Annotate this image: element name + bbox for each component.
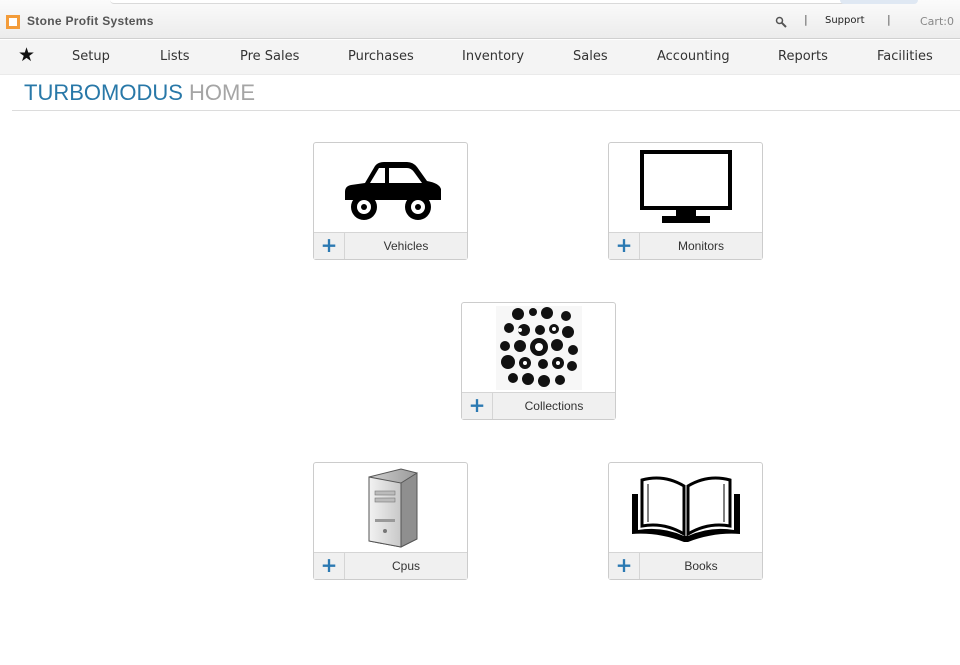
support-link[interactable]: Support [825, 15, 865, 26]
car-icon [344, 161, 441, 220]
brand-name[interactable]: Stone Profit Systems [27, 14, 154, 28]
browser-chrome-button [840, 0, 918, 4]
star-icon[interactable]: ★ [18, 46, 35, 65]
main-nav: ★ Setup Lists Pre Sales Purchases Invent… [0, 40, 960, 75]
add-vehicle-button[interactable]: + [314, 233, 345, 259]
tile-image[interactable] [314, 143, 467, 232]
nav-item-accounting[interactable]: Accounting [657, 49, 730, 64]
tile-monitors: + Monitors [608, 142, 763, 260]
tile-image[interactable] [609, 463, 762, 552]
page-title-primary: TURBOMODUS [24, 80, 183, 105]
tile-label-monitors[interactable]: Monitors [640, 233, 762, 259]
tile-books: + Books [608, 462, 763, 580]
tile-vehicles: + Vehicles [313, 142, 468, 260]
add-book-button[interactable]: + [609, 553, 640, 579]
nav-item-purchases[interactable]: Purchases [348, 49, 414, 64]
page-title: TURBOMODUS HOME [24, 80, 255, 106]
logo-icon[interactable] [6, 15, 20, 29]
nav-item-reports[interactable]: Reports [778, 49, 828, 64]
top-bar: Stone Profit Systems | Support | Cart:0 [0, 0, 960, 39]
nav-item-setup[interactable]: Setup [72, 49, 110, 64]
tile-label-cpus[interactable]: Cpus [345, 553, 467, 579]
tile-footer: + Cpus [314, 552, 467, 579]
add-cpu-button[interactable]: + [314, 553, 345, 579]
nav-item-pre-sales[interactable]: Pre Sales [240, 49, 299, 64]
tile-image[interactable] [314, 463, 467, 552]
tile-image[interactable] [609, 143, 762, 232]
tile-footer: + Books [609, 552, 762, 579]
page-title-secondary: HOME [189, 80, 256, 105]
cpu-tower-icon [368, 467, 417, 548]
tile-image[interactable] [462, 303, 615, 392]
add-collection-button[interactable]: + [462, 393, 493, 419]
tile-collections: + Collections [461, 302, 616, 420]
browser-chrome-edge [110, 0, 910, 4]
tile-label-vehicles[interactable]: Vehicles [345, 233, 467, 259]
cart-link[interactable]: Cart:0 [920, 15, 954, 28]
nav-item-facilities[interactable]: Facilities [877, 49, 933, 64]
tile-footer: + Vehicles [314, 232, 467, 259]
separator: | [804, 13, 808, 26]
tile-label-books[interactable]: Books [640, 553, 762, 579]
search-icon[interactable] [775, 16, 787, 28]
nav-item-sales[interactable]: Sales [573, 49, 608, 64]
nav-item-lists[interactable]: Lists [160, 49, 190, 64]
book-icon [631, 476, 740, 542]
title-divider [12, 110, 960, 111]
tile-footer: + Monitors [609, 232, 762, 259]
tile-footer: + Collections [462, 392, 615, 419]
add-monitor-button[interactable]: + [609, 233, 640, 259]
separator: | [887, 13, 891, 26]
tile-cpus: + Cpus [313, 462, 468, 580]
tile-label-collections[interactable]: Collections [493, 393, 615, 419]
collections-icon [495, 305, 582, 390]
monitor-icon [639, 149, 732, 223]
nav-item-inventory[interactable]: Inventory [462, 49, 524, 64]
